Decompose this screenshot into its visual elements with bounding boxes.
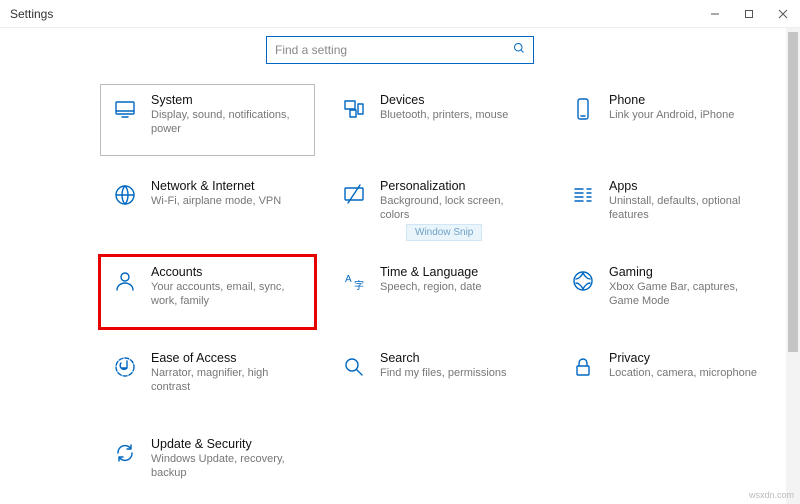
svg-text:字: 字 [354, 279, 364, 292]
tile-title: Gaming [609, 265, 764, 279]
search-area [0, 28, 800, 76]
tile-time-language[interactable]: A字 Time & Language Speech, region, date [329, 256, 544, 328]
snip-tooltip: Window Snip [406, 224, 482, 241]
window-controls [698, 0, 800, 28]
tile-title: Accounts [151, 265, 306, 279]
close-icon [778, 9, 788, 19]
tile-title: Personalization [380, 179, 535, 193]
tile-title: Ease of Access [151, 351, 306, 365]
tile-ease-of-access[interactable]: Ease of Access Narrator, magnifier, high… [100, 342, 315, 414]
svg-text:A: A [345, 274, 352, 285]
tile-sub: Your accounts, email, sync, work, family [151, 281, 306, 309]
window-title: Settings [10, 7, 53, 21]
update-icon [111, 437, 139, 469]
tile-sub: Uninstall, defaults, optional features [609, 195, 764, 223]
tile-sub: Find my files, permissions [380, 367, 507, 381]
apps-icon [569, 179, 597, 211]
tile-title: System [151, 93, 306, 107]
tile-phone[interactable]: Phone Link your Android, iPhone [558, 84, 773, 156]
paint-icon [340, 179, 368, 211]
tile-sub: Narrator, magnifier, high contrast [151, 367, 306, 395]
scrollbar[interactable] [786, 28, 800, 504]
tile-title: Privacy [609, 351, 757, 365]
close-button[interactable] [766, 0, 800, 28]
minimize-button[interactable] [698, 0, 732, 28]
tile-title: Time & Language [380, 265, 482, 279]
tile-gaming[interactable]: Gaming Xbox Game Bar, captures, Game Mod… [558, 256, 773, 328]
language-icon: A字 [340, 265, 368, 297]
tile-sub: Windows Update, recovery, backup [151, 453, 306, 481]
search-box[interactable] [266, 36, 534, 64]
tile-devices[interactable]: Devices Bluetooth, printers, mouse [329, 84, 544, 156]
tile-sub: Bluetooth, printers, mouse [380, 109, 508, 123]
tile-privacy[interactable]: Privacy Location, camera, microphone [558, 342, 773, 414]
tile-title: Phone [609, 93, 734, 107]
search-icon [340, 351, 368, 383]
globe-icon [111, 179, 139, 211]
tile-network[interactable]: Network & Internet Wi-Fi, airplane mode,… [100, 170, 315, 242]
tile-accounts[interactable]: Accounts Your accounts, email, sync, wor… [98, 254, 317, 330]
gaming-icon [569, 265, 597, 297]
maximize-button[interactable] [732, 0, 766, 28]
tile-title: Update & Security [151, 437, 306, 451]
person-icon [111, 265, 139, 297]
phone-icon [569, 93, 597, 125]
tile-sub: Background, lock screen, colors [380, 195, 535, 223]
tile-title: Network & Internet [151, 179, 281, 193]
tile-title: Apps [609, 179, 764, 193]
tile-sub: Xbox Game Bar, captures, Game Mode [609, 281, 764, 309]
tile-system[interactable]: System Display, sound, notifications, po… [100, 84, 315, 156]
search-icon [513, 41, 525, 59]
minimize-icon [710, 9, 720, 19]
settings-grid: System Display, sound, notifications, po… [100, 84, 800, 500]
search-input[interactable] [275, 43, 505, 57]
titlebar: Settings [0, 0, 800, 28]
accessibility-icon [111, 351, 139, 383]
tile-sub: Speech, region, date [380, 281, 482, 295]
watermark: wsxdn.com [749, 490, 794, 500]
lock-icon [569, 351, 597, 383]
tile-sub: Link your Android, iPhone [609, 109, 734, 123]
devices-icon [340, 93, 368, 125]
maximize-icon [744, 9, 754, 19]
tile-apps[interactable]: Apps Uninstall, defaults, optional featu… [558, 170, 773, 242]
tile-title: Search [380, 351, 507, 365]
tile-search[interactable]: Search Find my files, permissions [329, 342, 544, 414]
tile-sub: Display, sound, notifications, power [151, 109, 306, 137]
scrollbar-thumb[interactable] [788, 32, 798, 352]
tile-sub: Location, camera, microphone [609, 367, 757, 381]
tile-sub: Wi-Fi, airplane mode, VPN [151, 195, 281, 209]
display-icon [111, 93, 139, 125]
tile-title: Devices [380, 93, 508, 107]
tile-update-security[interactable]: Update & Security Windows Update, recove… [100, 428, 315, 500]
